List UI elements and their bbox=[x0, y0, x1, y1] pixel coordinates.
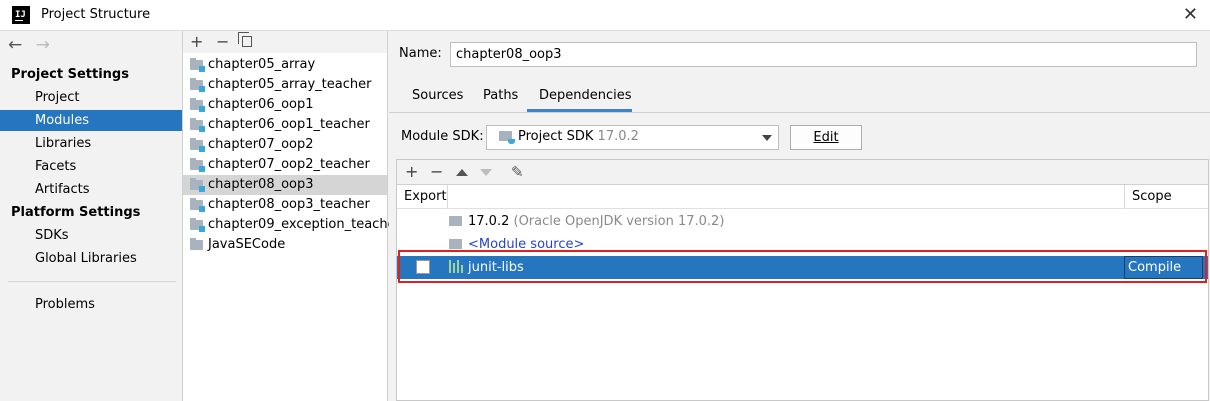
module-folder-icon bbox=[190, 178, 205, 192]
sdk-folder-icon bbox=[449, 216, 462, 226]
module-label: chapter06_oop1 bbox=[208, 97, 314, 112]
window-title: Project Structure bbox=[41, 7, 151, 22]
column-divider bbox=[447, 185, 448, 209]
dependency-name: 17.0.2 bbox=[468, 214, 510, 229]
module-item[interactable]: chapter05_array bbox=[183, 55, 387, 75]
module-detail-panel: Name: Sources Paths Dependencies Module … bbox=[389, 31, 1210, 401]
module-item[interactable]: chapter06_oop1 bbox=[183, 95, 387, 115]
edit-button-label: Edit bbox=[813, 130, 839, 145]
nav-item-modules[interactable]: Modules bbox=[0, 110, 182, 131]
sdk-value: Project SDK bbox=[518, 129, 594, 144]
module-name-input[interactable] bbox=[450, 42, 1197, 67]
module-folder-icon bbox=[190, 118, 205, 132]
module-label: chapter08_oop3 bbox=[208, 177, 314, 192]
edit-pencil-icon[interactable]: ✎ bbox=[511, 163, 524, 181]
library-icon bbox=[449, 260, 465, 273]
module-item[interactable]: chapter09_exception_teacher bbox=[183, 215, 401, 235]
add-module-icon[interactable]: + bbox=[190, 32, 203, 51]
module-label: chapter05_array bbox=[208, 57, 316, 72]
scope-column-header[interactable]: Scope bbox=[1132, 189, 1172, 204]
module-label: chapter09_exception_teacher bbox=[208, 217, 401, 232]
module-toolbar: + − bbox=[183, 31, 387, 53]
move-down-icon[interactable] bbox=[480, 169, 492, 176]
module-item[interactable]: chapter05_array_teacher bbox=[183, 75, 387, 95]
module-item[interactable]: chapter08_oop3_teacher bbox=[183, 195, 387, 215]
dependencies-toolbar: + − ✎ bbox=[397, 160, 1208, 185]
module-label: chapter07_oop2_teacher bbox=[208, 157, 370, 172]
folder-icon bbox=[190, 238, 203, 250]
dependencies-header: Export Scope bbox=[397, 185, 1208, 209]
nav-divider bbox=[8, 281, 176, 282]
module-label: chapter07_oop2 bbox=[208, 137, 314, 152]
platform-settings-heading: Platform Settings bbox=[11, 205, 141, 220]
chevron-down-icon bbox=[762, 135, 772, 141]
module-folder-icon bbox=[190, 158, 205, 172]
edit-sdk-button[interactable]: Edit bbox=[790, 125, 862, 150]
project-settings-heading: Project Settings bbox=[11, 67, 129, 82]
module-label: JavaSECode bbox=[208, 237, 286, 252]
module-label: chapter05_array_teacher bbox=[208, 77, 372, 92]
module-item[interactable]: chapter07_oop2_teacher bbox=[183, 155, 387, 175]
forward-arrow-icon[interactable]: → bbox=[36, 35, 50, 55]
export-column-header[interactable]: Export bbox=[404, 189, 447, 204]
dependency-row-jdk[interactable]: 17.0.2 (Oracle OpenJDK version 17.0.2) bbox=[397, 210, 1208, 233]
dependencies-table: + − ✎ Export Scope 17.0.2 (Oracle OpenJD… bbox=[396, 159, 1209, 401]
sdk-folder-icon bbox=[499, 131, 515, 144]
settings-nav: ← → Project Settings Project Modules Lib… bbox=[0, 31, 183, 401]
column-divider bbox=[1124, 185, 1125, 209]
module-sdk-label: Module SDK: bbox=[401, 129, 484, 144]
remove-dependency-icon[interactable]: − bbox=[430, 162, 443, 181]
module-label: chapter06_oop1_teacher bbox=[208, 117, 370, 132]
remove-module-icon[interactable]: − bbox=[216, 32, 229, 51]
nav-item-sdks[interactable]: SDKs bbox=[0, 225, 182, 246]
module-folder-icon bbox=[190, 78, 205, 92]
scope-cell[interactable]: Compile bbox=[1124, 256, 1203, 279]
close-icon[interactable]: ✕ bbox=[1183, 4, 1198, 25]
nav-item-project[interactable]: Project bbox=[0, 87, 182, 108]
tab-dependencies[interactable]: Dependencies bbox=[539, 88, 632, 103]
intellij-logo-icon: IJ bbox=[12, 6, 30, 24]
title-bar: IJ Project Structure ✕ bbox=[0, 0, 1210, 31]
dependency-row-junit-libs[interactable]: junit-libs Compile bbox=[397, 256, 1208, 279]
add-dependency-icon[interactable]: + bbox=[405, 162, 418, 181]
dependency-name: junit-libs bbox=[468, 260, 524, 275]
folder-icon bbox=[449, 239, 462, 249]
tab-paths[interactable]: Paths bbox=[483, 88, 518, 103]
move-up-icon[interactable] bbox=[456, 169, 468, 176]
module-item[interactable]: chapter07_oop2 bbox=[183, 135, 387, 155]
nav-item-facets[interactable]: Facets bbox=[0, 156, 182, 177]
module-item-selected[interactable]: chapter08_oop3 bbox=[183, 175, 387, 195]
copy-module-icon[interactable] bbox=[238, 32, 252, 47]
module-folder-icon bbox=[190, 58, 205, 72]
module-folder-icon bbox=[190, 138, 205, 152]
nav-item-artifacts[interactable]: Artifacts bbox=[0, 179, 182, 200]
dependency-row-module-source[interactable]: <Module source> bbox=[397, 233, 1208, 256]
module-folder-icon bbox=[190, 218, 205, 232]
nav-item-global-libraries[interactable]: Global Libraries bbox=[0, 248, 182, 269]
module-item[interactable]: chapter06_oop1_teacher bbox=[183, 115, 387, 135]
nav-item-problems[interactable]: Problems bbox=[0, 294, 182, 315]
dependency-name: <Module source> bbox=[468, 237, 585, 252]
sdk-version: 17.0.2 bbox=[597, 129, 639, 144]
module-folder-icon bbox=[190, 198, 205, 212]
module-list-panel: + − chapter05_array chapter05_array_teac… bbox=[183, 31, 401, 401]
dependency-detail: (Oracle OpenJDK version 17.0.2) bbox=[513, 214, 725, 229]
module-folder-icon bbox=[190, 98, 205, 112]
tab-sources[interactable]: Sources bbox=[412, 88, 463, 103]
module-sdk-dropdown[interactable]: Project SDK 17.0.2 bbox=[486, 125, 779, 150]
module-label: chapter08_oop3_teacher bbox=[208, 197, 370, 212]
back-arrow-icon[interactable]: ← bbox=[8, 35, 22, 55]
nav-arrows: ← → bbox=[8, 35, 50, 55]
name-label: Name: bbox=[399, 46, 442, 61]
export-checkbox[interactable] bbox=[416, 260, 430, 274]
nav-item-libraries[interactable]: Libraries bbox=[0, 133, 182, 154]
tabs-divider bbox=[389, 112, 1210, 113]
module-item[interactable]: JavaSECode bbox=[183, 235, 387, 255]
